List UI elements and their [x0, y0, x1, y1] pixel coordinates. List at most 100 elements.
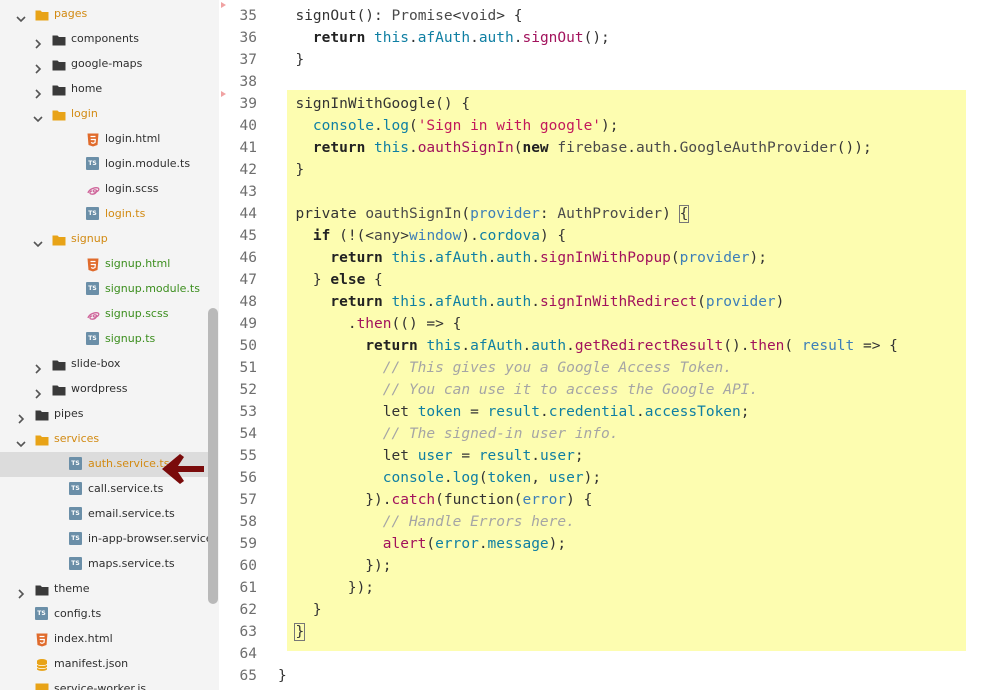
- code-line[interactable]: 54 // The signed-in user info.: [219, 423, 999, 445]
- tree-item-maps-service-ts[interactable]: TS maps.service.ts: [0, 552, 208, 577]
- chevron-down-icon[interactable]: [16, 434, 26, 448]
- code-line[interactable]: 62 }: [219, 599, 999, 621]
- code-text: alert(error.message);: [382, 536, 567, 552]
- html-file-icon: [35, 632, 49, 647]
- tree-item-signup-ts[interactable]: TS signup.ts: [0, 327, 208, 352]
- typescript-file-icon: TS: [69, 507, 83, 521]
- tree-item-label: manifest.json: [54, 657, 129, 670]
- tree-item-signup-html[interactable]: signup.html: [0, 252, 208, 277]
- code-line[interactable]: 40 console.log('Sign in with google');: [219, 115, 999, 137]
- tree-item-login[interactable]: login: [0, 102, 208, 127]
- tree-item-label: config.ts: [54, 607, 102, 620]
- chevron-right-icon[interactable]: [33, 384, 43, 399]
- code-text: });: [278, 580, 375, 596]
- code-line[interactable]: 53 let token = result.credential.accessT…: [219, 401, 999, 423]
- line-number: 63: [239, 624, 257, 640]
- code-text: console.log('Sign in with google');: [312, 118, 619, 134]
- code-line[interactable]: 61 });: [219, 577, 999, 599]
- code-line[interactable]: 52 // You can use it to access the Googl…: [219, 379, 999, 401]
- line-number: 58: [239, 514, 257, 530]
- tree-item-signup[interactable]: signup: [0, 227, 208, 252]
- chevron-right-icon[interactable]: [33, 34, 43, 49]
- code-line[interactable]: 58 // Handle Errors here.: [219, 511, 999, 533]
- line-number: 45: [239, 228, 257, 244]
- line-number: 56: [239, 470, 257, 486]
- chevron-right-icon[interactable]: [16, 409, 26, 424]
- tree-item-label: signup.ts: [105, 332, 156, 345]
- code-line[interactable]: 48 return this.afAuth.auth.signInWithRed…: [219, 291, 999, 313]
- chevron-down-icon[interactable]: [16, 9, 26, 23]
- tree-item-config-ts[interactable]: TS config.ts: [0, 602, 208, 627]
- code-line[interactable]: 35 signOut(): Promise<void> {: [219, 5, 999, 27]
- tree-item-login-module-ts[interactable]: TS login.module.ts: [0, 152, 208, 177]
- tree-item-index-html[interactable]: index.html: [0, 627, 208, 652]
- tree-item-signup-module-ts[interactable]: TS signup.module.ts: [0, 277, 208, 302]
- code-line[interactable]: 49 .then(() => {: [219, 313, 999, 335]
- code-text: }: [278, 602, 322, 618]
- tree-item-home[interactable]: home: [0, 77, 208, 102]
- code-line[interactable]: 60 });: [219, 555, 999, 577]
- line-number: 57: [239, 492, 257, 508]
- chevron-right-icon[interactable]: [16, 584, 26, 599]
- chevron-down-icon[interactable]: [33, 234, 43, 248]
- code-line[interactable]: 42 }: [219, 159, 999, 181]
- line-number: 46: [239, 250, 257, 266]
- tree-item-login-ts[interactable]: TS login.ts: [0, 202, 208, 227]
- code-line[interactable]: 51 // This gives you a Google Access Tok…: [219, 357, 999, 379]
- code-line[interactable]: 63 }: [219, 621, 999, 643]
- code-line[interactable]: 39 signInWithGoogle() {: [219, 93, 999, 115]
- code-line[interactable]: 37 }: [219, 49, 999, 71]
- tree-item-pipes[interactable]: pipes: [0, 402, 208, 427]
- js-file-icon: [35, 682, 49, 690]
- line-number: 37: [239, 52, 257, 68]
- tree-item-theme[interactable]: theme: [0, 577, 208, 602]
- chevron-down-icon[interactable]: [33, 109, 43, 123]
- line-number: 59: [239, 536, 257, 552]
- tree-item-components[interactable]: components: [0, 27, 208, 52]
- folder-icon: [35, 432, 49, 446]
- code-line[interactable]: 65}: [219, 665, 999, 687]
- code-line[interactable]: 38: [219, 71, 999, 93]
- tree-item-manifest-json[interactable]: manifest.json: [0, 652, 208, 677]
- chevron-right-icon[interactable]: [33, 84, 43, 99]
- tree-item-service-worker-js[interactable]: service-worker.js: [0, 677, 208, 690]
- left-arrow-icon: [162, 454, 204, 484]
- code-line[interactable]: 43: [219, 181, 999, 203]
- code-line[interactable]: 57 }).catch(function(error) {: [219, 489, 999, 511]
- typescript-file-icon: TS: [86, 282, 100, 296]
- tree-item-label: slide-box: [71, 357, 121, 370]
- tree-item-login-html[interactable]: login.html: [0, 127, 208, 152]
- code-line[interactable]: 64: [219, 643, 999, 665]
- code-line[interactable]: 55 let user = result.user;: [219, 445, 999, 467]
- tree-item-email-service-ts[interactable]: TS email.service.ts: [0, 502, 208, 527]
- code-line[interactable]: 45 if (!(<any>window).cordova) {: [219, 225, 999, 247]
- code-line[interactable]: 44 private oauthSignIn(provider: AuthPro…: [219, 203, 999, 225]
- sidebar-scrollbar-thumb[interactable]: [208, 308, 218, 604]
- line-number: 39: [239, 96, 257, 112]
- tree-item-services[interactable]: services: [0, 427, 208, 452]
- tree-item-pages[interactable]: pages: [0, 2, 208, 27]
- line-number: 51: [239, 360, 257, 376]
- line-number: 61: [239, 580, 257, 596]
- tree-item-signup-scss[interactable]: signup.scss: [0, 302, 208, 327]
- code-line[interactable]: 47 } else {: [219, 269, 999, 291]
- code-line[interactable]: 36 return this.afAuth.auth.signOut();: [219, 27, 999, 49]
- line-number: 40: [239, 118, 257, 134]
- line-number: 48: [239, 294, 257, 310]
- tree-item-in-app-browser-service-ts[interactable]: TS in-app-browser.service.ts: [0, 527, 219, 552]
- tree-item-label: email.service.ts: [88, 507, 175, 520]
- tree-item-slide-box[interactable]: slide-box: [0, 352, 208, 377]
- code-line[interactable]: 50 return this.afAuth.auth.getRedirectRe…: [219, 335, 999, 357]
- code-text: // The signed-in user info.: [382, 426, 619, 442]
- tree-item-wordpress[interactable]: wordpress: [0, 377, 208, 402]
- tree-item-label: pipes: [54, 407, 84, 420]
- tree-item-login-scss[interactable]: login.scss: [0, 177, 208, 202]
- code-line[interactable]: 56 console.log(token, user);: [219, 467, 999, 489]
- chevron-right-icon[interactable]: [33, 359, 43, 374]
- line-number: 50: [239, 338, 257, 354]
- code-line[interactable]: 59 alert(error.message);: [219, 533, 999, 555]
- tree-item-google-maps[interactable]: google-maps: [0, 52, 208, 77]
- chevron-right-icon[interactable]: [33, 59, 43, 74]
- code-line[interactable]: 41 return this.oauthSignIn(new firebase.…: [219, 137, 999, 159]
- code-line[interactable]: 46 return this.afAuth.auth.signInWithPop…: [219, 247, 999, 269]
